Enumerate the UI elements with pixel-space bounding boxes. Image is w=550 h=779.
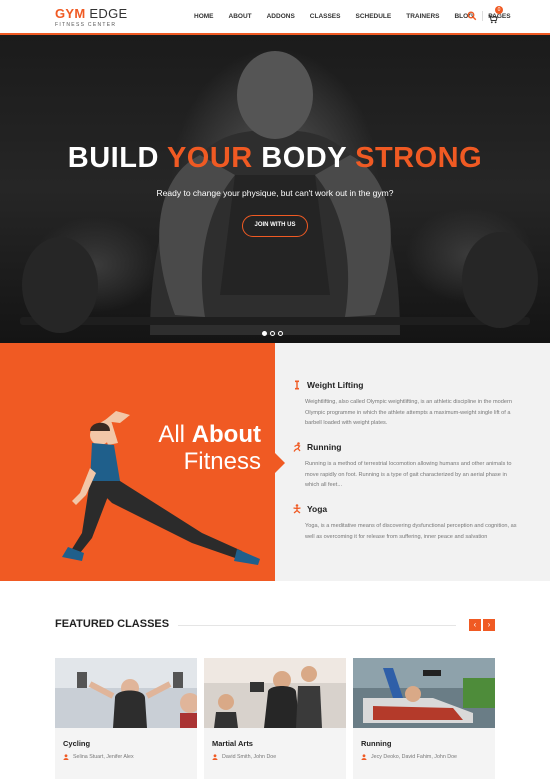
class-title: Cycling (63, 739, 91, 748)
logo-wordmark: GYM EDGE (55, 7, 127, 20)
feature-weight-lifting: Weight Lifting Weightlifting, also calle… (292, 380, 522, 429)
logo-rest: EDGE (85, 6, 128, 21)
nav-addons[interactable]: ADDONS (267, 13, 295, 20)
feature-text: Running is a method of terrestrial locom… (305, 461, 512, 488)
search-icon[interactable] (467, 11, 477, 21)
class-title: Running (361, 739, 392, 748)
user-icon (361, 754, 367, 760)
header-actions: 0 (467, 6, 503, 24)
about-heading-line2: Fitness (183, 448, 261, 475)
running-class-photo (353, 658, 495, 728)
cart-icon (488, 15, 498, 24)
user-icon (212, 754, 218, 760)
yoga-icon (293, 504, 301, 514)
nav-home[interactable]: HOME (194, 13, 214, 20)
hero-title-part4: STRONG (355, 142, 483, 174)
logo[interactable]: GYM EDGE FITNESS CENTER (55, 7, 127, 28)
martial-arts-class-photo (204, 658, 346, 728)
class-trainers: David Smith, John Doe (212, 754, 276, 760)
class-image (55, 658, 197, 728)
featured-classes-title: FEATURED CLASSES (55, 618, 170, 630)
class-title: Martial Arts (212, 739, 253, 748)
hero-title-part2: YOUR (166, 142, 253, 174)
site-header: GYM EDGE FITNESS CENTER HOME ABOUT ADDON… (0, 0, 550, 35)
nav-trainers[interactable]: TRAINERS (406, 13, 439, 20)
feature-text: Yoga, is a meditative means of discoveri… (305, 523, 517, 540)
about-heading-light: All (158, 421, 192, 448)
about-heading: All About Fitness (158, 421, 261, 475)
hero-title-part3: BODY (252, 142, 356, 174)
logo-tagline: FITNESS CENTER (55, 22, 117, 28)
hero-subtitle: Ready to change your physique, but can't… (156, 188, 394, 198)
feature-text: Weightlifting, also called Olympic weigh… (305, 399, 512, 426)
slider-dot-3[interactable] (278, 331, 283, 336)
class-trainers-text: Jecy Deoko, David Fahim, John Doe (371, 754, 457, 760)
about-pointer (275, 453, 285, 473)
nav-classes[interactable]: CLASSES (310, 13, 341, 20)
hero-slider: BUILD YOUR BODY STRONG Ready to change y… (0, 35, 550, 343)
featured-divider (178, 625, 456, 626)
carousel-next-button[interactable]: › (483, 619, 495, 631)
nav-schedule[interactable]: SCHEDULE (355, 13, 391, 20)
about-heading-bold: About (191, 421, 261, 448)
feature-head: Weight Lifting (292, 380, 522, 390)
hero-title-part1: BUILD (67, 142, 167, 174)
feature-head: Yoga (292, 504, 522, 514)
feature-head: Running (292, 442, 522, 452)
nav-about[interactable]: ABOUT (229, 13, 252, 20)
class-trainers-text: David Smith, John Doe (222, 754, 277, 760)
about-banner: All About Fitness (0, 343, 275, 581)
slider-dot-2[interactable] (270, 331, 275, 336)
slider-dot-1[interactable] (262, 331, 267, 336)
feature-title: Yoga (307, 504, 328, 514)
hero-title: BUILD YOUR BODY STRONG (0, 142, 550, 175)
class-card-running[interactable]: Running Jecy Deoko, David Fahim, John Do… (353, 658, 495, 779)
class-trainers: Jecy Deoko, David Fahim, John Doe (361, 754, 457, 760)
join-button[interactable]: JOIN WITH US (242, 215, 308, 237)
header-divider (482, 11, 483, 21)
cart-button[interactable]: 0 (488, 6, 503, 24)
about-heading-line1: All About (158, 421, 261, 448)
cart-count-badge: 0 (495, 6, 503, 14)
feature-title: Running (307, 442, 342, 452)
logo-accent: GYM (55, 6, 86, 21)
class-card-cycling[interactable]: Cycling Selina Stuart, Jenifer Alex (55, 658, 197, 779)
runner-icon (293, 442, 301, 452)
carousel-prev-button[interactable]: ‹ (469, 619, 481, 631)
class-card-martial-arts[interactable]: Martial Arts David Smith, John Doe (204, 658, 346, 779)
slider-dots (262, 331, 286, 336)
class-image (353, 658, 495, 728)
cycling-class-photo (55, 658, 197, 728)
dumbbell-icon (295, 380, 299, 390)
feature-running: Running Running is a method of terrestri… (292, 442, 522, 491)
feature-title: Weight Lifting (307, 380, 364, 390)
user-icon (63, 754, 69, 760)
class-trainers: Selina Stuart, Jenifer Alex (63, 754, 134, 760)
class-trainers-text: Selina Stuart, Jenifer Alex (73, 754, 134, 760)
class-image (204, 658, 346, 728)
feature-yoga: Yoga Yoga, is a meditative means of disc… (292, 504, 522, 542)
